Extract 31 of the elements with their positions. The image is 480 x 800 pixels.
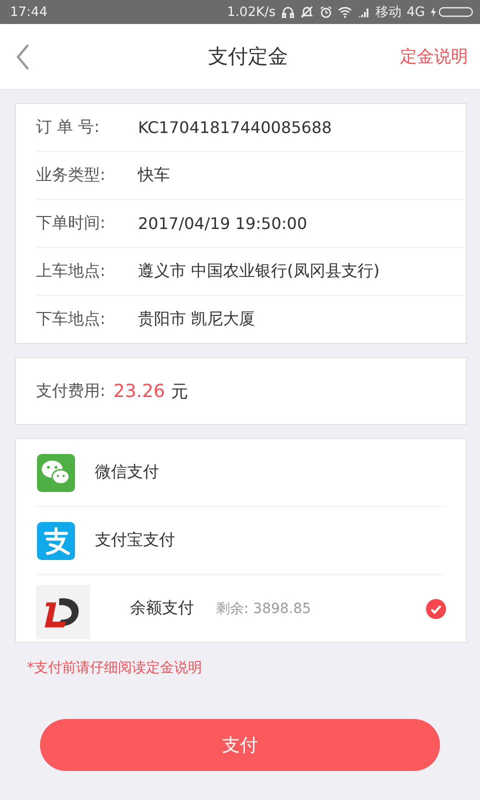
alarm-icon xyxy=(318,5,333,19)
field-label: 订 单 号: xyxy=(36,117,101,138)
payment-option[interactable]: 余额支付 剩余: 3898.85 xyxy=(36,575,446,642)
field-value: 遵义市 中国农业银行(凤冈县支行) xyxy=(138,261,380,282)
notice-text: *支付前请仔细阅读定金说明 xyxy=(27,659,203,677)
wechat-icon xyxy=(37,454,75,492)
muted-bell-icon xyxy=(300,5,314,19)
field-value: 2017/04/19 19:50:00 xyxy=(138,214,308,233)
wifi-icon xyxy=(338,5,352,19)
network-type: 4G xyxy=(406,4,425,20)
field-label: 业务类型: xyxy=(36,165,106,186)
page-title: 支付定金 xyxy=(208,43,288,70)
payment-option[interactable]: 支付宝支付 xyxy=(36,507,446,575)
field-value: KC17041817440085688 xyxy=(138,118,332,137)
network-speed: 1.02K/s xyxy=(227,4,276,20)
field-value: 贵阳市 凯尼大厦 xyxy=(138,309,256,330)
field-label: 上车地点: xyxy=(36,261,106,282)
app-logo-icon xyxy=(36,584,90,638)
headphones-icon xyxy=(280,5,295,19)
fee-amount: 23.26 xyxy=(113,380,165,402)
carrier-name: 移动 xyxy=(376,4,402,21)
alipay-icon xyxy=(37,522,75,560)
status-time: 17:44 xyxy=(10,4,48,20)
charging-battery-icon xyxy=(430,5,474,19)
fee-label: 支付费用: xyxy=(36,380,106,402)
field-label: 下单时间: xyxy=(36,213,106,234)
balance-text: 剩余: 3898.85 xyxy=(216,600,312,618)
field-value: 快车 xyxy=(138,165,170,186)
payment-option[interactable]: 微信支付 xyxy=(36,439,446,507)
currency-unit: 元 xyxy=(170,380,188,402)
field-label: 下车地点: xyxy=(36,309,106,330)
